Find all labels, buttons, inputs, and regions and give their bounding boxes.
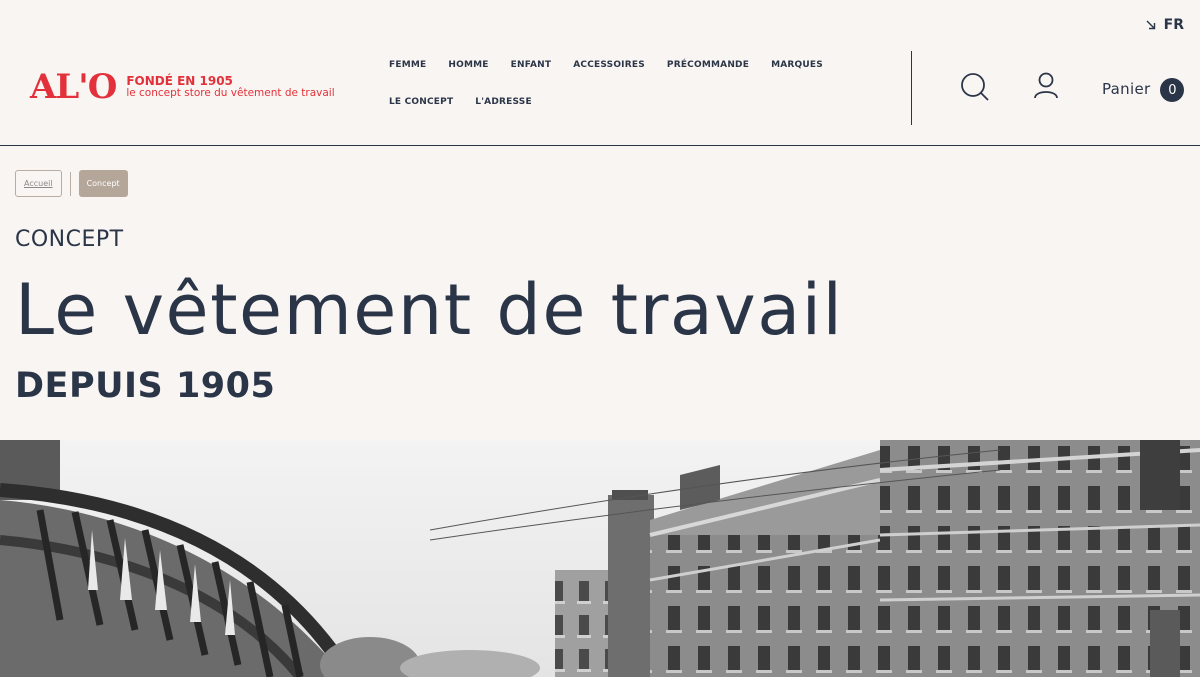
breadcrumb-separator xyxy=(69,171,71,196)
nav-item-femme[interactable]: FEMME xyxy=(389,60,426,71)
logo-founded: FONDÉ EN 1905 xyxy=(126,73,233,88)
nav-item-le-concept[interactable]: LE CONCEPT xyxy=(389,97,453,108)
breadcrumb-current: Concept xyxy=(78,170,128,197)
breadcrumb-home[interactable]: Accueil xyxy=(15,170,62,197)
hero-image xyxy=(0,440,1200,677)
nav-item-marques[interactable]: MARQUES xyxy=(771,60,823,71)
nav-item-homme[interactable]: HOMME xyxy=(448,60,488,71)
arrow-down-right-icon xyxy=(1146,20,1155,30)
nav-item-accessoires[interactable]: ACCESSOIRES xyxy=(573,60,645,71)
cart-count-badge: 0 xyxy=(1160,78,1185,102)
main-nav: FEMME HOMME ENFANT ACCESSOIRES PRÉCOMMAN… xyxy=(389,60,899,108)
nav-divider xyxy=(911,51,912,125)
user-icon xyxy=(1034,72,1058,99)
cart-label: Panier xyxy=(1102,79,1151,98)
language-label: FR xyxy=(1163,17,1184,33)
nav-item-enfant[interactable]: ENFANT xyxy=(511,60,552,71)
logo-mark: AL'O xyxy=(30,67,117,107)
header-divider xyxy=(0,145,1200,146)
cart-button[interactable]: Panier 0 xyxy=(1102,75,1185,102)
nav-item-adresse[interactable]: L'ADRESSE xyxy=(475,97,532,108)
page-title: Le vêtement de travail xyxy=(15,269,844,351)
account-button[interactable] xyxy=(1033,72,1059,100)
language-switcher[interactable]: FR xyxy=(1146,17,1184,33)
nav-item-precommande[interactable]: PRÉCOMMANDE xyxy=(667,60,749,71)
logo-text: FONDÉ EN 1905 le concept store du vêteme… xyxy=(126,73,335,100)
page-subtitle: DEPUIS 1905 xyxy=(15,366,276,406)
historic-street-photo xyxy=(0,440,1200,677)
site-logo[interactable]: AL'O FONDÉ EN 1905 le concept store du v… xyxy=(30,70,335,104)
logo-tagline: le concept store du vêtement de travail xyxy=(126,86,335,99)
search-icon xyxy=(961,73,989,101)
search-button[interactable] xyxy=(960,72,990,102)
breadcrumb: Accueil Concept xyxy=(15,170,128,197)
page-kicker: CONCEPT xyxy=(15,227,124,252)
